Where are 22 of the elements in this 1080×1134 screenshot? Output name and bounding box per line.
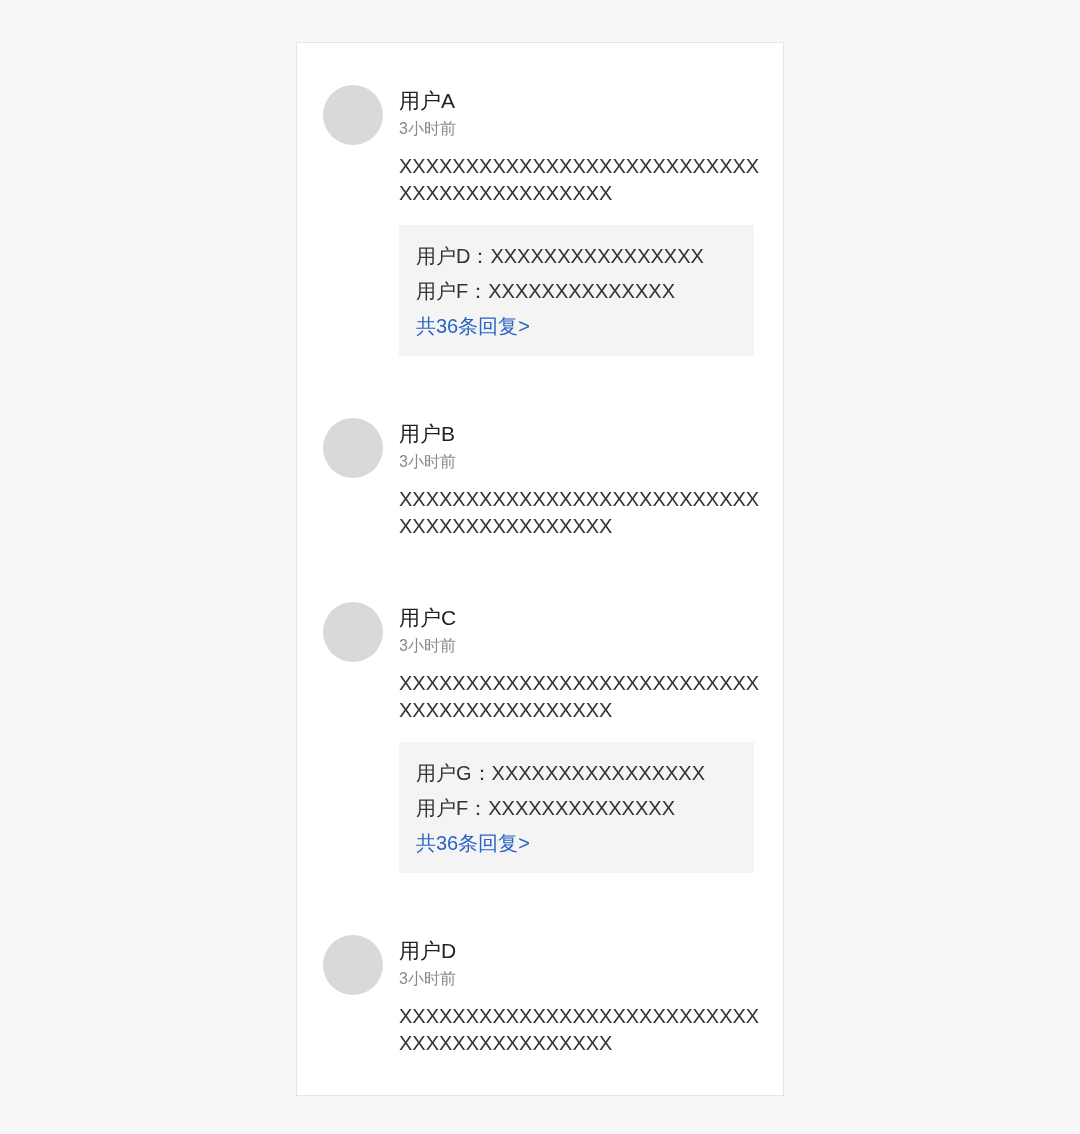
avatar [323,935,383,995]
avatar [323,602,383,662]
user-name: 用户A [399,88,455,114]
more-replies-link[interactable]: 共36条回复> [416,309,530,344]
user-name: 用户B [399,421,455,447]
comment-text: XXXXXXXXXXXXXXXXXXXXXXXXXXXXXXXXXXXXXXXXXXX [399,154,761,206]
reply-text: 用户D：XXXXXXXXXXXXXXXX [416,244,704,269]
reply-text: 用户F：XXXXXXXXXXXXXX [416,279,675,304]
comment-text: XXXXXXXXXXXXXXXXXXXXXXXXXXXXXXXXXXXXXXXXXXX [399,671,761,723]
avatar [323,85,383,145]
timestamp: 3小时前 [399,119,456,139]
reply-text: 用户F：XXXXXXXXXXXXXX [416,796,675,821]
timestamp: 3小时前 [399,636,456,656]
reply-text: 用户G：XXXXXXXXXXXXXXXX [416,761,705,786]
comment-text: XXXXXXXXXXXXXXXXXXXXXXXXXXXXXXXXXXXXXXXXXXX [399,487,761,539]
more-replies-link[interactable]: 共36条回复> [416,826,530,861]
comment-text: XXXXXXXXXXXXXXXXXXXXXXXXXXXXXXXXXXXXXXXXXXX [399,1004,761,1056]
timestamp: 3小时前 [399,969,456,989]
user-name: 用户D [399,938,457,964]
timestamp: 3小时前 [399,452,456,472]
avatar [323,418,383,478]
user-name: 用户C [399,605,457,631]
